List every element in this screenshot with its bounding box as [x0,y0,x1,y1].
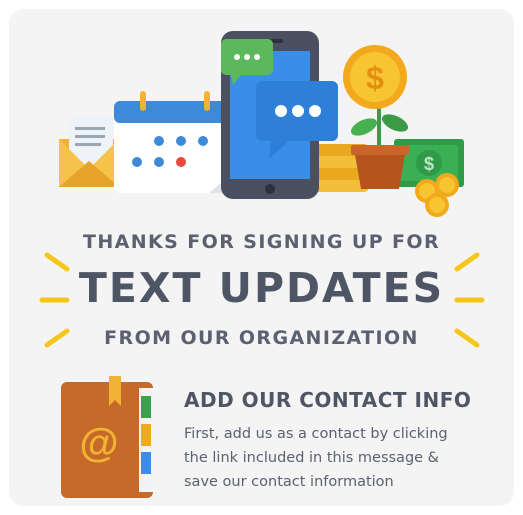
svg-text:$: $ [424,154,434,174]
hero-illustration: $ $ [59,31,464,217]
calendar-icon [114,91,232,193]
headline-main: TEXT UPDATES [78,264,445,312]
contact-line: save our contact information [184,474,394,490]
contact-line: First, add us as a contact by clicking [184,426,448,442]
contact-title: ADD OUR CONTACT INFO [184,388,472,412]
svg-text:$: $ [366,60,384,96]
card: $ $ THANKS FOR SIGNING UP FOR TEXT UPDAT… [9,9,514,506]
address-book-icon: @ [61,376,153,498]
coin-icon: $ [343,45,407,109]
headline-bottom: FROM OUR ORGANIZATION [104,327,419,349]
contact-description: First, add us as a contact by clicking t… [184,422,504,494]
contact-line: the link included in this message & [184,450,439,466]
svg-text:@: @ [79,421,118,465]
headline-top: THANKS FOR SIGNING UP FOR [82,231,441,253]
envelope-icon [59,117,119,187]
